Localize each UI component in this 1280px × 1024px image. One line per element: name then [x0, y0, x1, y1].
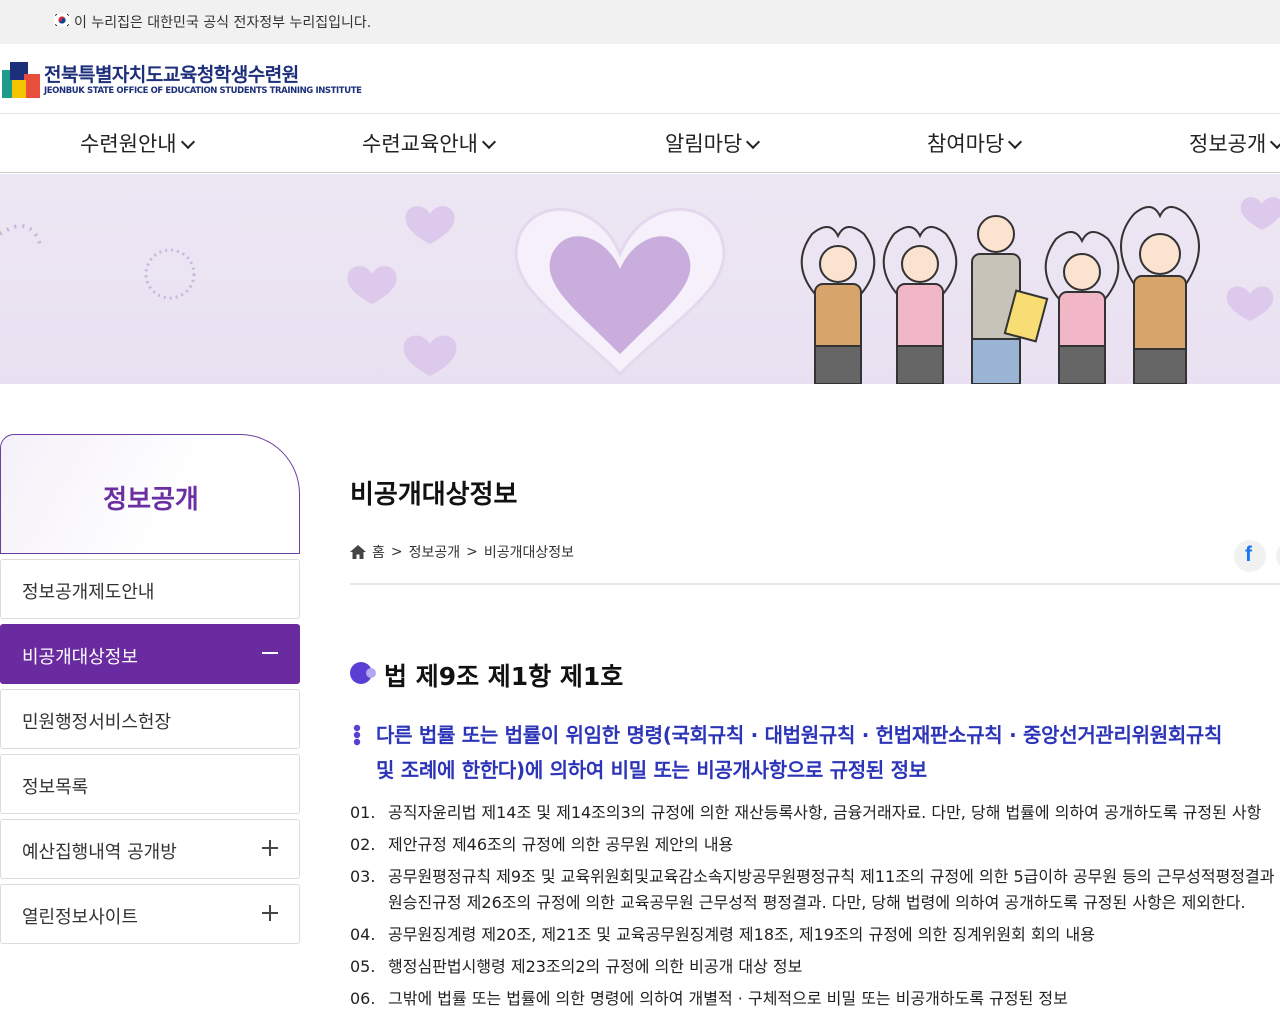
list-item: 03. 공무원평정규칙 제9조 및 교육위원회및교육감소속지방공무원평정규칙 제… — [350, 864, 1280, 916]
plus-icon[interactable] — [261, 839, 279, 857]
list-item-text: 행정심판법시행령 제23조의2의 규정에 의한 비공개 대상 정보 — [388, 957, 803, 976]
gnb-label: 수련원안내 — [80, 132, 177, 156]
sidebar-item-disclosure-guide[interactable]: 정보공개제도안내 — [0, 559, 300, 619]
sidebar-item-label: 비공개대상정보 — [22, 647, 138, 668]
breadcrumb: 홈 > 정보공개 > 비공개대상정보 — [350, 542, 574, 562]
section-title: 법 제9조 제1항 제1호 — [350, 657, 623, 693]
subsection-title-line: 및 조례에 한한다)에 의하여 비밀 또는 비공개사항으로 규정된 정보 — [376, 758, 927, 782]
sidebar-item-label: 열린정보사이트 — [22, 907, 138, 928]
gnb-label: 참여마당 — [927, 132, 1005, 156]
list-item-number: 06. — [350, 989, 376, 1008]
home-icon[interactable] — [350, 545, 366, 559]
gnb-label: 정보공개 — [1189, 132, 1267, 156]
list-item: 01. 공직자윤리법 제14조 및 제14조의3의 규정에 의한 재산등록사항,… — [350, 800, 1280, 826]
sidebar-item-label: 정보목록 — [22, 777, 89, 798]
chevron-down-icon — [1270, 134, 1280, 150]
section-title-text: 법 제9조 제1항 제1호 — [384, 662, 624, 691]
list-item-number: 03. — [350, 867, 376, 886]
sidebar-item-info-list[interactable]: 정보목록 — [0, 754, 300, 814]
sidebar-title: 정보공개 — [103, 485, 199, 515]
list-item-text: 원승진규정 제26조의 규정에 의한 교육공무원 근무성적 평정결과. 다만, … — [388, 893, 1246, 912]
gov-banner: 이 누리집은 대한민국 공식 전자정부 누리집입니다. — [0, 0, 1280, 44]
list-item: 06. 그밖에 법률 또는 법률에 의한 명령에 의하여 개별적 · 구체적으로… — [350, 986, 1280, 1012]
list-item-text: 공무원징계령 제20조, 제21조 및 교육공무원징계령 제18조, 제19조의… — [388, 925, 1095, 944]
chevron-down-icon — [481, 134, 496, 150]
sidebar-item-open-info-sites[interactable]: 열린정보사이트 — [0, 884, 300, 944]
logo-korean-name: 전북특별자치도교육청학생수련원 — [44, 64, 299, 86]
sidebar-item-budget-execution[interactable]: 예산집행내역 공개방 — [0, 819, 300, 879]
hero-illustration — [0, 197, 1280, 384]
breadcrumb-separator: > — [466, 544, 478, 560]
plus-icon[interactable] — [261, 904, 279, 922]
site-header: 전북특별자치도교육청학생수련원 JEONBUK STATE OFFICE OF … — [0, 44, 1280, 114]
sidebar-item-label: 민원행정서비스헌장 — [22, 712, 172, 733]
list-item: 05. 행정심판법시행령 제23조의2의 규정에 의한 비공개 대상 정보 — [350, 954, 1280, 980]
subsection-title: 다른 법률 또는 법률이 위임한 명령(국회규칙 · 대법원규칙 · 헌법재판소… — [376, 718, 1280, 788]
sidebar-item-civil-service-charter[interactable]: 민원행정서비스헌장 — [0, 689, 300, 749]
breadcrumb-current: 비공개대상정보 — [483, 545, 575, 561]
content-divider — [350, 583, 1280, 585]
gnb-label: 수련교육안내 — [362, 132, 478, 156]
breadcrumb-level1[interactable]: 정보공개 — [409, 542, 461, 562]
gnb-item-notice[interactable]: 알림마당 — [665, 115, 761, 173]
list-item-number: 05. — [350, 957, 376, 976]
list-item-text: 그밖에 법률 또는 법률에 의한 명령에 의하여 개별적 · 구체적으로 비밀 … — [388, 989, 1068, 1008]
sidebar-item-label: 예산집행내역 공개방 — [22, 842, 177, 863]
breadcrumb-home[interactable]: 홈 — [372, 542, 385, 562]
gov-banner-text: 이 누리집은 대한민국 공식 전자정부 누리집입니다. — [74, 15, 372, 31]
page-title: 비공개대상정보 — [350, 480, 518, 510]
hero-banner — [0, 174, 1280, 384]
list-item-number: 02. — [350, 835, 376, 854]
share-more-button[interactable] — [1276, 540, 1280, 572]
list-item: 02. 제안규정 제46조의 규정에 의한 공무원 제안의 내용 — [350, 832, 1280, 858]
gnb-item-education[interactable]: 수련교육안내 — [362, 115, 496, 173]
sidebar-item-label: 정보공개제도안내 — [22, 582, 155, 603]
subtitle-bullet-icon — [353, 724, 361, 746]
chevron-down-icon — [180, 134, 195, 150]
list-item-number: 01. — [350, 803, 376, 822]
gnb-item-info-disclosure[interactable]: 정보공개 — [1189, 115, 1280, 173]
gnb-label: 알림마당 — [665, 132, 743, 156]
list-item-text: 공무원평정규칙 제9조 및 교육위원회및교육감소속지방공무원평정규칙 제11조의… — [388, 867, 1275, 886]
subsection-title-line: 다른 법률 또는 법률이 위임한 명령(국회규칙 · 대법원규칙 · 헌법재판소… — [376, 723, 1223, 747]
list-item: 04. 공무원징계령 제20조, 제21조 및 교육공무원징계령 제18조, 제… — [350, 922, 1280, 948]
gnb-item-participation[interactable]: 참여마당 — [927, 115, 1023, 173]
list-item-text: 제안규정 제46조의 규정에 의한 공무원 제안의 내용 — [388, 835, 734, 854]
logo-english-name: JEONBUK STATE OFFICE OF EDUCATION STUDEN… — [44, 86, 362, 96]
breadcrumb-separator: > — [390, 544, 403, 560]
chevron-down-icon — [1008, 134, 1023, 150]
list-item-text: 공직자윤리법 제14조 및 제14조의3의 규정에 의한 재산등록사항, 금융거… — [388, 803, 1262, 822]
site-logo[interactable]: 전북특별자치도교육청학생수련원 JEONBUK STATE OFFICE OF … — [2, 56, 362, 104]
facebook-share-button[interactable]: f — [1234, 540, 1266, 572]
list-item-number: 04. — [350, 925, 376, 944]
minus-icon — [261, 644, 279, 662]
facebook-icon: f — [1245, 543, 1252, 566]
chevron-down-icon — [746, 134, 761, 150]
korea-flag-icon — [53, 13, 71, 27]
sidebar-header: 정보공개 — [0, 434, 300, 554]
logo-mark-icon — [2, 62, 40, 98]
nondisclosure-list: 01. 공직자윤리법 제14조 및 제14조의3의 규정에 의한 재산등록사항,… — [350, 800, 1280, 1018]
sidebar-item-nondisclosure-info[interactable]: 비공개대상정보 — [0, 624, 300, 684]
gnb-item-about[interactable]: 수련원안내 — [80, 115, 195, 173]
main-navigation: 수련원안내 수련교육안내 알림마당 참여마당 정보공개 — [0, 115, 1280, 173]
